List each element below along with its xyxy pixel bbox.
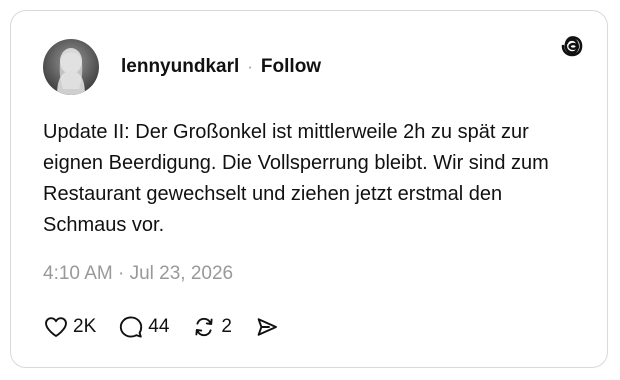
comment-icon	[118, 314, 144, 340]
repost-icon	[191, 314, 217, 340]
like-button[interactable]: 2K	[43, 314, 96, 340]
post-timestamp[interactable]: 4:10 AM · Jul 23, 2026	[43, 263, 233, 285]
heart-icon	[43, 314, 69, 340]
threads-logo-icon[interactable]	[559, 33, 585, 59]
repost-count: 2	[221, 316, 232, 337]
separator-dot: ·	[247, 57, 253, 76]
action-bar: 2K 44 2	[43, 313, 302, 341]
repost-button[interactable]: 2	[191, 314, 232, 340]
reply-button[interactable]: 44	[118, 314, 169, 340]
post-text: Update II: Der Großonkel ist mittlerweil…	[43, 121, 549, 236]
send-icon	[254, 314, 280, 340]
share-button[interactable]	[254, 314, 280, 340]
follow-button[interactable]: Follow	[261, 56, 321, 78]
like-count: 2K	[73, 316, 97, 337]
post-card: lennyundkarl · Follow Update II: Der Gro…	[10, 10, 608, 368]
reply-count: 44	[148, 316, 170, 337]
post-header: lennyundkarl · Follow	[43, 39, 321, 95]
username[interactable]: lennyundkarl	[121, 56, 239, 78]
avatar[interactable]	[43, 39, 99, 95]
